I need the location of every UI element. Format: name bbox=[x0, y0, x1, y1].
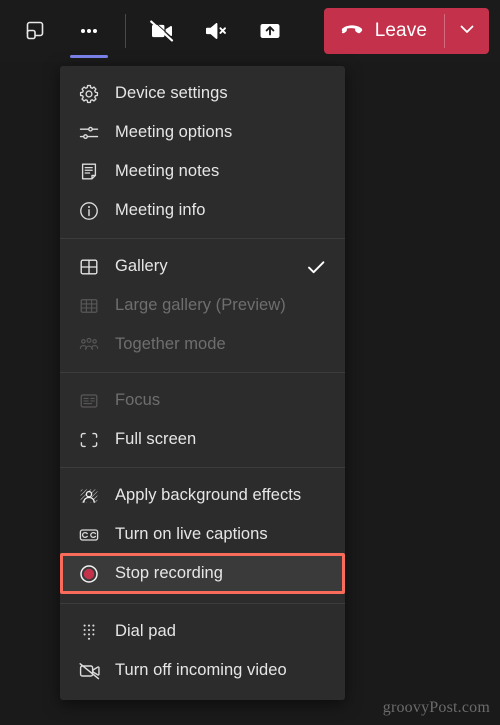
chevron-down-icon bbox=[457, 19, 477, 44]
menu-section-media: Apply background effects Turn on live ca… bbox=[60, 474, 345, 595]
menu-item-stop-recording[interactable]: Stop recording bbox=[60, 553, 345, 594]
full-screen-icon bbox=[78, 429, 104, 451]
gallery-grid-icon bbox=[78, 256, 104, 278]
speaker-mute-button[interactable] bbox=[189, 5, 243, 57]
share-content-button[interactable] bbox=[243, 5, 297, 57]
menu-section-settings: Device settings Meeting options Meeting … bbox=[60, 72, 345, 232]
menu-item-label: Apply background effects bbox=[115, 486, 302, 504]
menu-item-label: Meeting options bbox=[115, 123, 233, 141]
menu-item-together-mode: Together mode bbox=[60, 325, 345, 364]
info-circle-icon bbox=[78, 200, 104, 222]
menu-item-label: Stop recording bbox=[115, 564, 224, 582]
focus-icon bbox=[78, 390, 104, 412]
menu-item-label: Device settings bbox=[115, 84, 228, 102]
menu-item-label: Turn off incoming video bbox=[115, 661, 287, 679]
menu-item-label: Full screen bbox=[115, 430, 197, 448]
menu-separator bbox=[60, 238, 345, 239]
large-gallery-icon bbox=[78, 295, 104, 317]
checkmark-icon bbox=[305, 256, 333, 278]
menu-item-label: Meeting notes bbox=[115, 162, 220, 180]
menu-item-label: Dial pad bbox=[115, 622, 176, 640]
more-options-button[interactable] bbox=[62, 5, 116, 57]
leave-button-group[interactable]: Leave bbox=[323, 8, 489, 54]
camera-toggle-button[interactable] bbox=[135, 5, 189, 57]
toolbar-divider bbox=[125, 14, 126, 48]
menu-item-meeting-notes[interactable]: Meeting notes bbox=[60, 152, 345, 191]
more-options-menu: Device settings Meeting options Meeting … bbox=[60, 66, 345, 700]
sliders-icon bbox=[78, 122, 104, 144]
together-mode-icon bbox=[78, 334, 104, 356]
incoming-video-off-icon bbox=[78, 660, 104, 682]
menu-item-label: Gallery bbox=[115, 257, 168, 275]
watermark: groovyPost.com bbox=[382, 699, 490, 716]
menu-item-focus: Focus bbox=[60, 381, 345, 420]
gear-icon bbox=[78, 83, 104, 105]
menu-item-label: Turn on live captions bbox=[115, 525, 268, 543]
menu-item-background-effects[interactable]: Apply background effects bbox=[60, 476, 345, 515]
menu-item-incoming-video[interactable]: Turn off incoming video bbox=[60, 651, 345, 690]
menu-item-meeting-options[interactable]: Meeting options bbox=[60, 113, 345, 152]
menu-item-full-screen[interactable]: Full screen bbox=[60, 420, 345, 459]
share-content-icon bbox=[255, 16, 285, 46]
leave-button-label: Leave bbox=[374, 20, 427, 41]
menu-separator bbox=[60, 467, 345, 468]
menu-item-meeting-info[interactable]: Meeting info bbox=[60, 191, 345, 230]
record-stop-icon bbox=[78, 563, 104, 585]
pop-out-icon bbox=[22, 18, 48, 44]
background-effects-icon bbox=[78, 485, 104, 507]
menu-section-layout: Gallery Large gallery (Preview) Together… bbox=[60, 245, 345, 366]
menu-item-gallery[interactable]: Gallery bbox=[60, 247, 345, 286]
more-options-icon bbox=[76, 18, 102, 44]
menu-separator bbox=[60, 603, 345, 604]
menu-separator bbox=[60, 372, 345, 373]
menu-section-calling: Dial pad Turn off incoming video bbox=[60, 610, 345, 692]
notes-icon bbox=[78, 161, 104, 183]
menu-item-label: Large gallery (Preview) bbox=[115, 296, 286, 314]
menu-item-dial-pad[interactable]: Dial pad bbox=[60, 612, 345, 651]
meeting-control-bar: Leave bbox=[0, 0, 500, 62]
menu-item-label: Meeting info bbox=[115, 201, 206, 219]
menu-item-live-captions[interactable]: Turn on live captions bbox=[60, 515, 345, 554]
camera-off-icon bbox=[147, 16, 177, 46]
closed-captions-icon bbox=[78, 524, 104, 546]
pop-out-button[interactable] bbox=[8, 5, 62, 57]
menu-item-large-gallery: Large gallery (Preview) bbox=[60, 286, 345, 325]
menu-item-label: Together mode bbox=[115, 335, 226, 353]
leave-button[interactable]: Leave bbox=[324, 8, 444, 54]
teams-meeting-overflow-menu-screen: Leave Device settings Meeting options Me… bbox=[0, 0, 500, 725]
menu-item-device-settings[interactable]: Device settings bbox=[60, 74, 345, 113]
hangup-phone-icon bbox=[339, 16, 365, 47]
menu-section-view: Focus Full screen bbox=[60, 379, 345, 461]
leave-dropdown-button[interactable] bbox=[445, 8, 489, 54]
dial-pad-icon bbox=[78, 621, 104, 643]
speaker-mute-icon bbox=[201, 16, 231, 46]
menu-item-label: Focus bbox=[115, 391, 161, 409]
